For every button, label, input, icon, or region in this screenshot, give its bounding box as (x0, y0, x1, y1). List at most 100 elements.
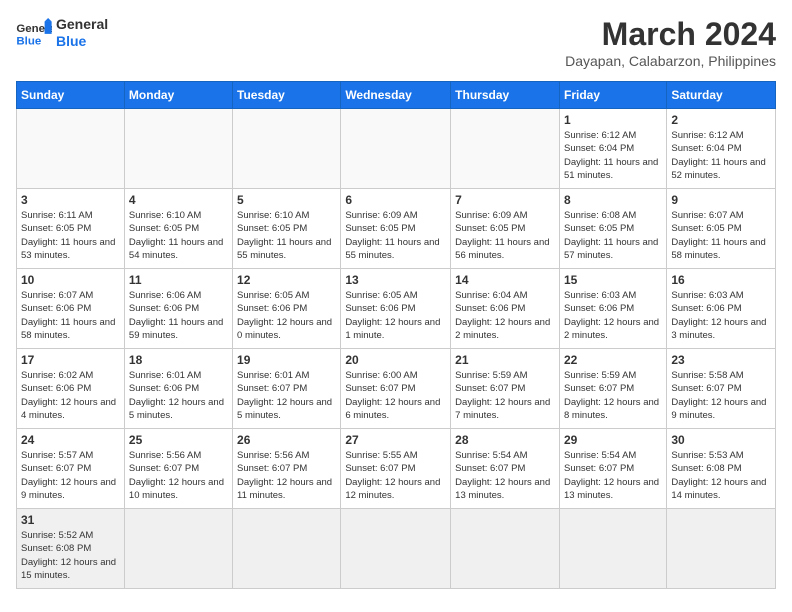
calendar-cell (451, 509, 560, 589)
day-number: 24 (21, 433, 120, 447)
calendar-cell (341, 509, 451, 589)
day-info: Sunrise: 6:05 AM Sunset: 6:06 PM Dayligh… (237, 289, 336, 342)
calendar-cell: 24 Sunrise: 5:57 AM Sunset: 6:07 PM Dayli… (17, 429, 125, 509)
day-number: 18 (129, 353, 228, 367)
calendar-week-row: 10 Sunrise: 6:07 AM Sunset: 6:06 PM Dayli… (17, 269, 776, 349)
day-number: 14 (455, 273, 555, 287)
day-info: Sunrise: 6:00 AM Sunset: 6:07 PM Dayligh… (345, 369, 446, 422)
weekday-header-sunday: Sunday (17, 82, 125, 109)
weekday-header-saturday: Saturday (667, 82, 776, 109)
day-number: 15 (564, 273, 662, 287)
day-info: Sunrise: 6:07 AM Sunset: 6:05 PM Dayligh… (671, 209, 771, 262)
day-info: Sunrise: 6:10 AM Sunset: 6:05 PM Dayligh… (129, 209, 228, 262)
day-info: Sunrise: 6:01 AM Sunset: 6:06 PM Dayligh… (129, 369, 228, 422)
day-info: Sunrise: 6:07 AM Sunset: 6:06 PM Dayligh… (21, 289, 120, 342)
calendar-cell: 15 Sunrise: 6:03 AM Sunset: 6:06 PM Dayli… (559, 269, 666, 349)
svg-text:Blue: Blue (16, 35, 41, 47)
logo-blue-text: Blue (56, 33, 108, 50)
day-info: Sunrise: 5:54 AM Sunset: 6:07 PM Dayligh… (564, 449, 662, 502)
day-info: Sunrise: 6:03 AM Sunset: 6:06 PM Dayligh… (671, 289, 771, 342)
calendar-cell: 8Sunrise: 6:08 AM Sunset: 6:05 PM Daylig… (559, 189, 666, 269)
day-number: 16 (671, 273, 771, 287)
calendar-cell (341, 109, 451, 189)
day-number: 21 (455, 353, 555, 367)
calendar-cell: 14Sunrise: 6:04 AM Sunset: 6:06 PM Dayli… (451, 269, 560, 349)
day-info: Sunrise: 6:01 AM Sunset: 6:07 PM Dayligh… (237, 369, 336, 422)
day-number: 19 (237, 353, 336, 367)
calendar-cell (124, 509, 232, 589)
calendar-cell: 16 Sunrise: 6:03 AM Sunset: 6:06 PM Dayli… (667, 269, 776, 349)
day-number: 4 (129, 193, 228, 207)
day-number: 28 (455, 433, 555, 447)
day-number: 31 (21, 513, 120, 527)
logo: General Blue General Blue (16, 16, 108, 50)
day-number: 2 (671, 113, 771, 127)
weekday-header-thursday: Thursday (451, 82, 560, 109)
calendar-cell: 31Sunrise: 5:52 AM Sunset: 6:08 PM Dayli… (17, 509, 125, 589)
calendar-cell: 7Sunrise: 6:09 AM Sunset: 6:05 PM Daylig… (451, 189, 560, 269)
calendar-table: SundayMondayTuesdayWednesdayThursdayFrid… (16, 81, 776, 589)
calendar-cell: 21Sunrise: 5:59 AM Sunset: 6:07 PM Dayli… (451, 349, 560, 429)
calendar-header: SundayMondayTuesdayWednesdayThursdayFrid… (17, 82, 776, 109)
logo-icon: General Blue (16, 18, 52, 48)
day-number: 10 (21, 273, 120, 287)
calendar-cell (124, 109, 232, 189)
weekday-header-monday: Monday (124, 82, 232, 109)
day-number: 27 (345, 433, 446, 447)
day-info: Sunrise: 6:09 AM Sunset: 6:05 PM Dayligh… (455, 209, 555, 262)
calendar-week-row: 1 Sunrise: 6:12 AM Sunset: 6:04 PM Daylig… (17, 109, 776, 189)
day-info: Sunrise: 5:57 AM Sunset: 6:07 PM Dayligh… (21, 449, 120, 502)
calendar-week-row: 3 Sunrise: 6:11 AM Sunset: 6:05 PM Daylig… (17, 189, 776, 269)
day-info: Sunrise: 6:09 AM Sunset: 6:05 PM Dayligh… (345, 209, 446, 262)
day-number: 3 (21, 193, 120, 207)
weekday-header-tuesday: Tuesday (233, 82, 341, 109)
calendar-cell: 3 Sunrise: 6:11 AM Sunset: 6:05 PM Daylig… (17, 189, 125, 269)
day-number: 6 (345, 193, 446, 207)
day-info: Sunrise: 5:54 AM Sunset: 6:07 PM Dayligh… (455, 449, 555, 502)
day-number: 11 (129, 273, 228, 287)
calendar-cell: 29Sunrise: 5:54 AM Sunset: 6:07 PM Dayli… (559, 429, 666, 509)
calendar-cell: 30Sunrise: 5:53 AM Sunset: 6:08 PM Dayli… (667, 429, 776, 509)
day-number: 12 (237, 273, 336, 287)
calendar-cell: 28 Sunrise: 5:54 AM Sunset: 6:07 PM Dayli… (451, 429, 560, 509)
day-number: 20 (345, 353, 446, 367)
day-number: 13 (345, 273, 446, 287)
day-info: Sunrise: 6:08 AM Sunset: 6:05 PM Dayligh… (564, 209, 662, 262)
calendar-cell: 23 Sunrise: 5:58 AM Sunset: 6:07 PM Dayli… (667, 349, 776, 429)
calendar-cell: 25Sunrise: 5:56 AM Sunset: 6:07 PM Dayli… (124, 429, 232, 509)
calendar-week-row: 17 Sunrise: 6:02 AM Sunset: 6:06 PM Dayli… (17, 349, 776, 429)
page-header: General Blue General Blue March 2024 Day… (16, 16, 776, 69)
day-number: 30 (671, 433, 771, 447)
calendar-body: 1 Sunrise: 6:12 AM Sunset: 6:04 PM Daylig… (17, 109, 776, 589)
weekday-header-wednesday: Wednesday (341, 82, 451, 109)
day-number: 5 (237, 193, 336, 207)
location-subtitle: Dayapan, Calabarzon, Philippines (565, 53, 776, 69)
calendar-cell (233, 509, 341, 589)
calendar-cell (667, 509, 776, 589)
day-info: Sunrise: 6:02 AM Sunset: 6:06 PM Dayligh… (21, 369, 120, 422)
title-area: March 2024 Dayapan, Calabarzon, Philippi… (565, 16, 776, 69)
calendar-cell: 9Sunrise: 6:07 AM Sunset: 6:05 PM Daylig… (667, 189, 776, 269)
day-info: Sunrise: 5:59 AM Sunset: 6:07 PM Dayligh… (564, 369, 662, 422)
day-number: 17 (21, 353, 120, 367)
calendar-week-row: 31Sunrise: 5:52 AM Sunset: 6:08 PM Dayli… (17, 509, 776, 589)
day-info: Sunrise: 5:56 AM Sunset: 6:07 PM Dayligh… (237, 449, 336, 502)
day-info: Sunrise: 6:11 AM Sunset: 6:05 PM Dayligh… (21, 209, 120, 262)
day-number: 1 (564, 113, 662, 127)
day-info: Sunrise: 6:12 AM Sunset: 6:04 PM Dayligh… (671, 129, 771, 182)
calendar-cell (451, 109, 560, 189)
calendar-cell: 22Sunrise: 5:59 AM Sunset: 6:07 PM Dayli… (559, 349, 666, 429)
day-info: Sunrise: 5:58 AM Sunset: 6:07 PM Dayligh… (671, 369, 771, 422)
calendar-cell: 11Sunrise: 6:06 AM Sunset: 6:06 PM Dayli… (124, 269, 232, 349)
day-number: 23 (671, 353, 771, 367)
day-info: Sunrise: 5:56 AM Sunset: 6:07 PM Dayligh… (129, 449, 228, 502)
calendar-cell: 12 Sunrise: 6:05 AM Sunset: 6:06 PM Dayli… (233, 269, 341, 349)
calendar-cell: 10 Sunrise: 6:07 AM Sunset: 6:06 PM Dayli… (17, 269, 125, 349)
day-info: Sunrise: 5:55 AM Sunset: 6:07 PM Dayligh… (345, 449, 446, 502)
calendar-cell: 20 Sunrise: 6:00 AM Sunset: 6:07 PM Dayli… (341, 349, 451, 429)
calendar-cell: 6 Sunrise: 6:09 AM Sunset: 6:05 PM Daylig… (341, 189, 451, 269)
day-info: Sunrise: 6:10 AM Sunset: 6:05 PM Dayligh… (237, 209, 336, 262)
day-info: Sunrise: 6:03 AM Sunset: 6:06 PM Dayligh… (564, 289, 662, 342)
calendar-cell: 26Sunrise: 5:56 AM Sunset: 6:07 PM Dayli… (233, 429, 341, 509)
day-info: Sunrise: 6:05 AM Sunset: 6:06 PM Dayligh… (345, 289, 446, 342)
